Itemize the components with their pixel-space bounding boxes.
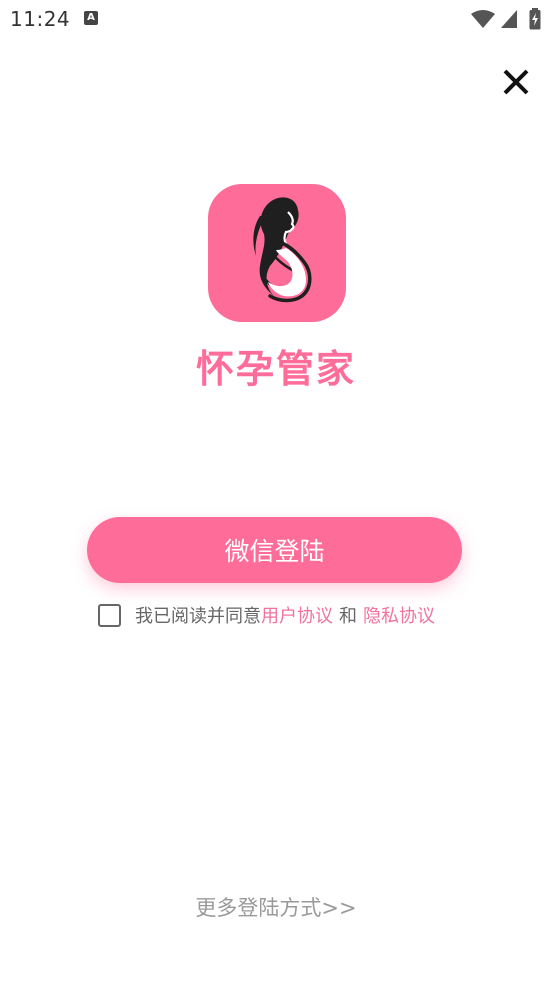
close-icon [503, 69, 529, 95]
status-time: 11:24 [10, 7, 71, 31]
close-button[interactable] [500, 66, 532, 98]
privacy-policy-link[interactable]: 隐私协议 [363, 602, 435, 628]
signal-icon [501, 10, 517, 28]
pregnant-woman-icon [253, 197, 312, 303]
login-screen: 11:24 A 怀孕管家 微信登陆 我已阅读并同意 用户协议 和 隐私协议 更多… [0, 0, 552, 983]
status-bar: 11:24 A [0, 0, 552, 38]
agreement-checkbox[interactable] [98, 603, 121, 627]
agreement-row: 我已阅读并同意 用户协议 和 隐私协议 [98, 601, 435, 629]
user-agreement-link[interactable]: 用户协议 [261, 602, 333, 628]
more-login-options-link[interactable]: 更多登陆方式>> [0, 892, 552, 922]
wechat-login-button[interactable]: 微信登陆 [87, 517, 462, 583]
battery-charging-icon [529, 8, 541, 30]
agreement-conjunction: 和 [339, 606, 357, 627]
app-logo [208, 184, 346, 322]
agreement-prefix: 我已阅读并同意 [135, 606, 261, 627]
notification-glyph: A [87, 12, 95, 23]
wifi-icon [471, 10, 495, 28]
app-name: 怀孕管家 [195, 347, 356, 391]
notification-icon: A [84, 11, 98, 25]
